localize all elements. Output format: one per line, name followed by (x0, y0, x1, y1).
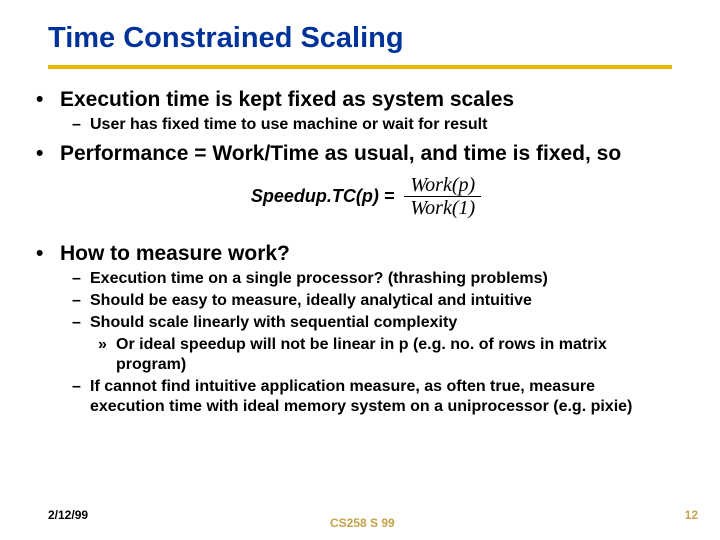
footer-date: 2/12/99 (48, 508, 88, 522)
slide-body: Execution time is kept fixed as system s… (0, 69, 720, 417)
subbullet-user-fixed-time: User has fixed time to use machine or wa… (90, 115, 672, 135)
formula-fraction: Work(p) Work(1) (404, 174, 481, 219)
footer-page: 12 (685, 508, 698, 522)
subbullet-single-proc: Execution time on a single processor? (t… (90, 269, 672, 289)
subbullet-scale-linearly: Should scale linearly with sequential co… (90, 313, 672, 333)
subsubbullet-ideal-speedup: Or ideal speedup will not be linear in p… (116, 335, 672, 375)
formula-row: Speedup.TC(p) = Work(p) Work(1) (60, 174, 672, 219)
bullet-performance: Performance = Work/Time as usual, and ti… (60, 141, 672, 167)
formula-numerator: Work(p) (404, 174, 481, 197)
slide-title: Time Constrained Scaling (0, 0, 720, 61)
subbullet-cannot-find: If cannot find intuitive application mea… (90, 377, 672, 417)
subbullet-easy-measure: Should be easy to measure, ideally analy… (90, 291, 672, 311)
footer-course: CS258 S 99 (330, 516, 395, 530)
bullet-execution: Execution time is kept fixed as system s… (60, 87, 672, 113)
slide: Time Constrained Scaling Execution time … (0, 0, 720, 540)
formula-lhs: Speedup.TC(p) = (251, 185, 395, 208)
bullet-measure-work: How to measure work? (60, 241, 672, 267)
formula-denominator: Work(1) (404, 197, 481, 219)
